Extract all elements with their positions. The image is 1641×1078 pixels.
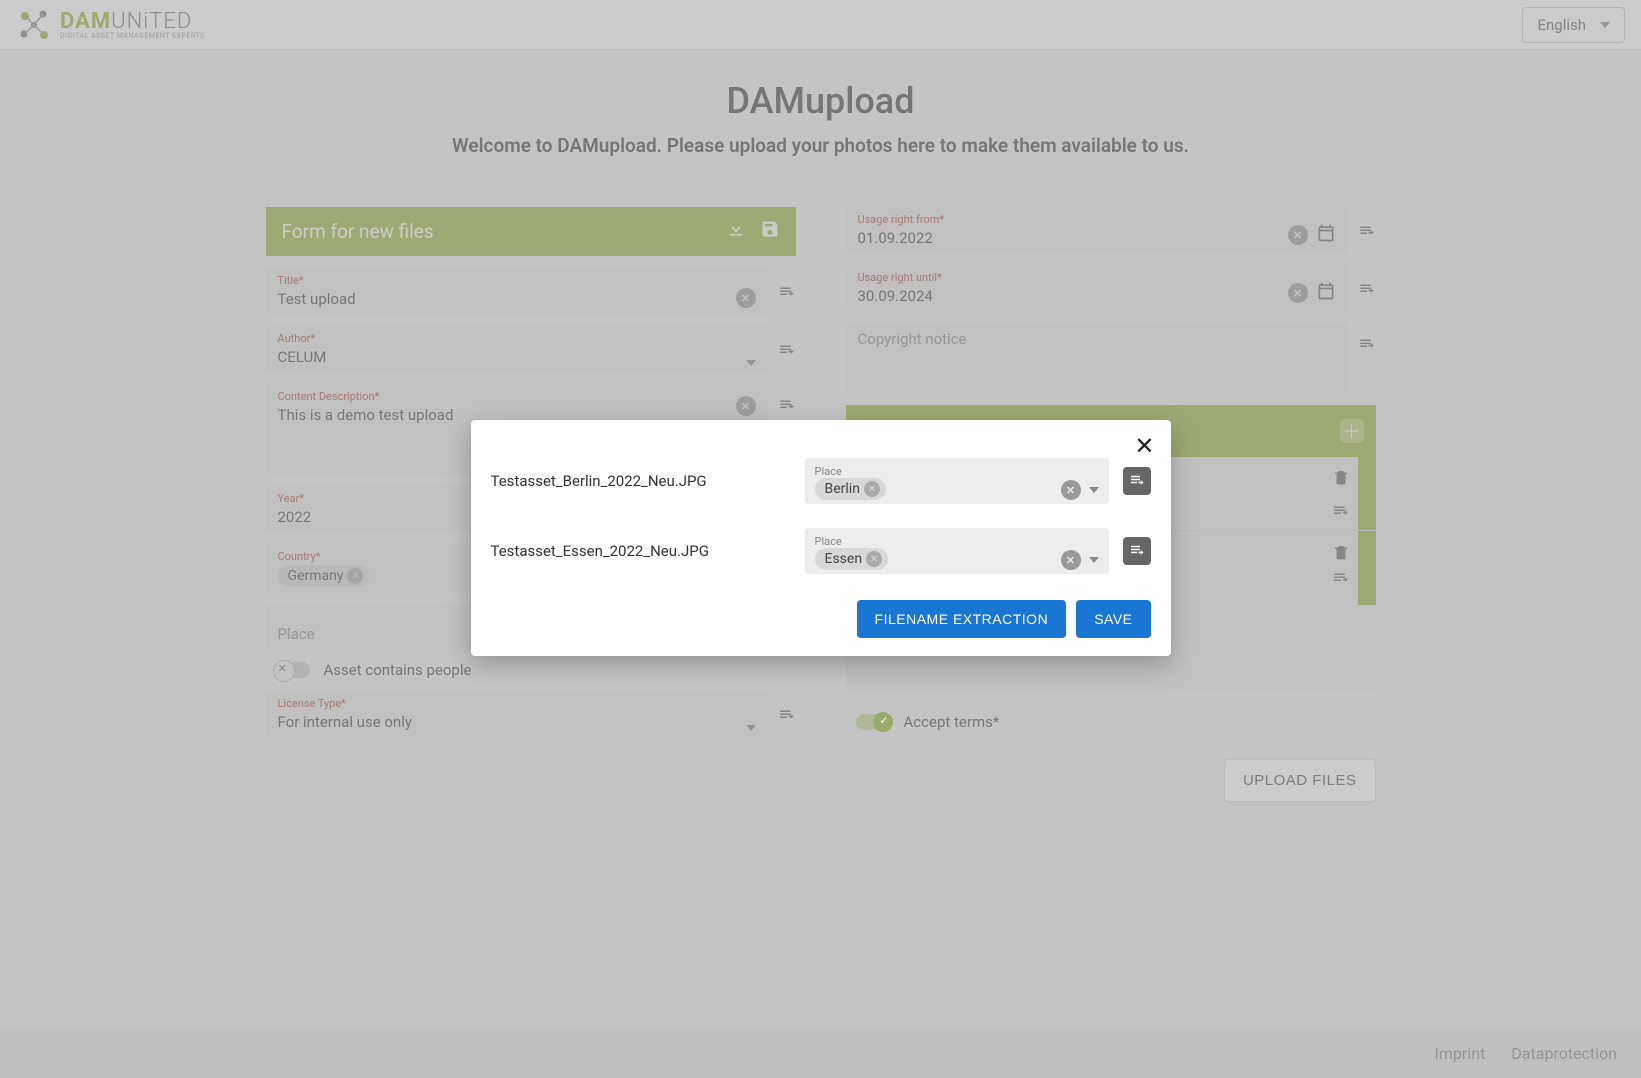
chip-remove-icon[interactable]: ✕ (864, 481, 880, 497)
chip-remove-icon[interactable]: ✕ (866, 551, 882, 567)
modal-overlay[interactable]: ✕ Testasset_Berlin_2022_Neu.JPG Place Be… (0, 0, 1641, 1078)
dialog-place-field[interactable]: Place Essen✕ ✕ (805, 528, 1109, 574)
dialog-place-label: Place (815, 465, 1061, 478)
close-icon[interactable]: ✕ (1134, 432, 1154, 460)
apply-field-icon[interactable] (1123, 467, 1151, 495)
dialog-filename: Testasset_Berlin_2022_Neu.JPG (491, 472, 791, 490)
dialog-filename: Testasset_Essen_2022_Neu.JPG (491, 542, 791, 560)
clear-icon[interactable]: ✕ (1061, 550, 1081, 570)
dialog-row: Testasset_Essen_2022_Neu.JPG Place Essen… (491, 528, 1151, 574)
clear-icon[interactable]: ✕ (1061, 480, 1081, 500)
dialog-place-label: Place (815, 535, 1061, 548)
dialog-place-field[interactable]: Place Berlin✕ ✕ (805, 458, 1109, 504)
chevron-down-icon[interactable] (1089, 487, 1099, 493)
dialog-place-chip: Essen✕ (815, 548, 889, 570)
apply-field-icon[interactable] (1123, 537, 1151, 565)
save-button[interactable]: SAVE (1076, 600, 1150, 638)
dialog-place-chip: Berlin✕ (815, 478, 886, 500)
filename-extraction-button[interactable]: FILENAME EXTRACTION (857, 600, 1067, 638)
dialog-row: Testasset_Berlin_2022_Neu.JPG Place Berl… (491, 458, 1151, 504)
chevron-down-icon[interactable] (1089, 557, 1099, 563)
filename-extraction-dialog: ✕ Testasset_Berlin_2022_Neu.JPG Place Be… (471, 420, 1171, 656)
